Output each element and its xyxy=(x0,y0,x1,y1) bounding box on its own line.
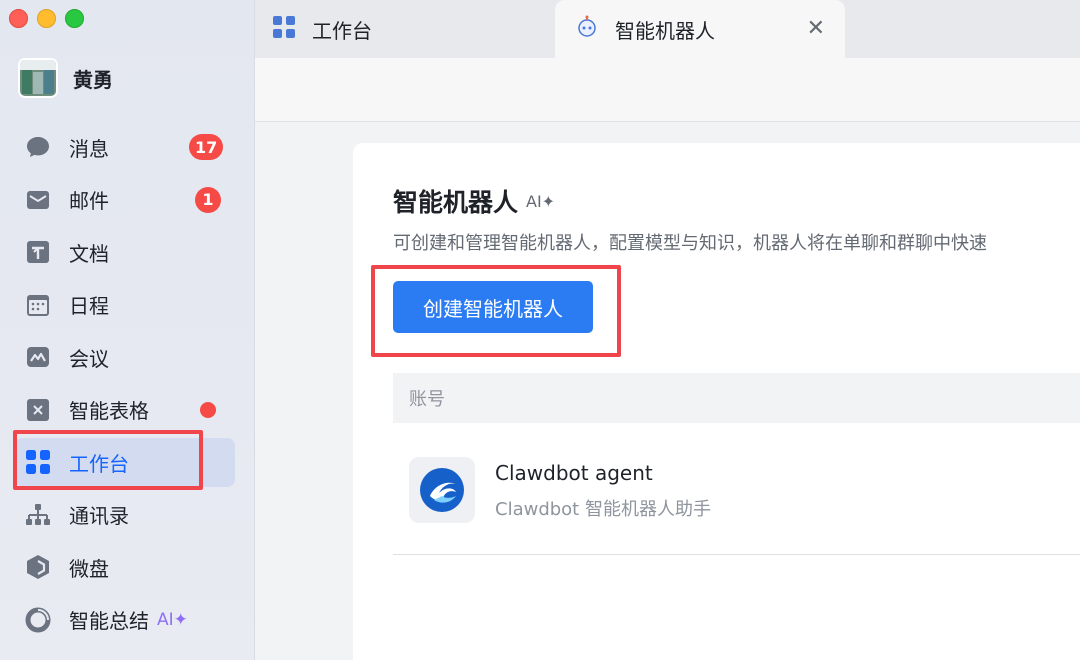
drive-cube-icon xyxy=(25,554,51,580)
window-controls xyxy=(9,9,84,28)
bot-name: Clawdbot agent xyxy=(495,461,653,485)
create-robot-button[interactable]: 创建智能机器人 xyxy=(393,281,593,333)
robot-icon xyxy=(575,15,599,44)
close-window-button[interactable] xyxy=(9,9,28,28)
close-tab-icon[interactable]: ✕ xyxy=(807,16,825,41)
tab-workbench[interactable]: 工作台 xyxy=(255,0,555,58)
page-title-text: 智能机器人 xyxy=(393,188,519,217)
sidebar-item-label: 微盘 xyxy=(69,556,109,581)
grid-apps-icon xyxy=(272,15,296,44)
grid-apps-icon xyxy=(25,449,51,475)
sidebar-item-contacts[interactable]: 通讯录 xyxy=(0,489,255,542)
sidebar-item-workbench[interactable]: 工作台 xyxy=(0,436,255,489)
chat-bubble-icon xyxy=(25,134,51,160)
org-chart-icon xyxy=(25,502,51,528)
sidebar-item-label: 日程 xyxy=(69,294,109,319)
sidebar-item-smart-sheet[interactable]: 智能表格 xyxy=(0,384,255,437)
main-content: 智能机器人 AI✦ 可创建和管理智能机器人，配置模型与知识，机器人将在单聊和群聊… xyxy=(255,123,1080,660)
calendar-icon xyxy=(25,292,51,318)
clawdbot-logo-icon xyxy=(409,457,475,523)
sidebar-item-label: 智能总结 xyxy=(69,609,149,634)
unread-badge: 1 xyxy=(195,186,221,213)
page-title: 智能机器人 AI✦ xyxy=(393,183,555,219)
tab-bar: 工作台 智能机器人 ✕ xyxy=(255,0,1080,58)
sidebar-item-messages[interactable]: 消息 17 xyxy=(0,121,255,174)
tab-label: 智能机器人 xyxy=(615,18,715,43)
smart-sheet-icon xyxy=(25,397,51,423)
sidebar-item-label: 会议 xyxy=(69,346,109,371)
page-description: 可创建和管理智能机器人，配置模型与知识，机器人将在单聊和群聊中快速 xyxy=(393,233,987,254)
sidebar-item-drive[interactable]: 微盘 xyxy=(0,541,255,594)
ai-tag: AI✦ xyxy=(157,609,188,630)
meeting-icon xyxy=(25,344,51,370)
sidebar-item-label: 工作台 xyxy=(69,451,129,476)
zoom-window-button[interactable] xyxy=(65,9,84,28)
summary-ring-icon xyxy=(25,607,51,633)
sidebar-item-label: 智能表格 xyxy=(69,399,149,424)
ai-tag: AI✦ xyxy=(526,191,556,211)
robot-card: 智能机器人 AI✦ 可创建和管理智能机器人，配置模型与知识，机器人将在单聊和群聊… xyxy=(353,143,1080,660)
tab-label: 工作台 xyxy=(312,18,372,43)
sidebar-item-label: 邮件 xyxy=(69,189,109,214)
sidebar: 黄勇 消息 17 邮件 1 文档 日程 会议 智能表格 工作台 通讯录 微盘 智… xyxy=(0,0,255,660)
sidebar-item-meetings[interactable]: 会议 xyxy=(0,331,255,384)
table-row[interactable]: Clawdbot agent Clawdbot 智能机器人助手 xyxy=(393,443,1080,555)
sidebar-item-calendar[interactable]: 日程 xyxy=(0,279,255,332)
avatar[interactable] xyxy=(18,58,58,98)
sidebar-item-label: 消息 xyxy=(69,136,109,161)
table-header-account: 账号 xyxy=(393,373,1080,423)
sidebar-item-label: 文档 xyxy=(69,241,109,266)
unread-badge: 17 xyxy=(189,134,224,160)
bot-subtitle: Clawdbot 智能机器人助手 xyxy=(495,499,711,520)
notification-dot xyxy=(200,401,216,418)
sidebar-item-label: 通讯录 xyxy=(69,504,129,529)
sidebar-nav: 消息 17 邮件 1 文档 日程 会议 智能表格 工作台 通讯录 微盘 智能总结… xyxy=(0,121,255,646)
profile-name: 黄勇 xyxy=(73,67,113,92)
minimize-window-button[interactable] xyxy=(37,9,56,28)
toolbar xyxy=(255,58,1080,122)
mail-icon xyxy=(25,187,51,213)
sidebar-item-docs[interactable]: 文档 xyxy=(0,226,255,279)
sidebar-item-mail[interactable]: 邮件 1 xyxy=(0,174,255,227)
tab-smart-robot[interactable]: 智能机器人 ✕ xyxy=(555,0,845,58)
profile[interactable]: 黄勇 xyxy=(18,58,113,98)
document-icon xyxy=(25,239,51,265)
sidebar-item-smart-summary[interactable]: 智能总结 AI✦ xyxy=(0,594,255,647)
